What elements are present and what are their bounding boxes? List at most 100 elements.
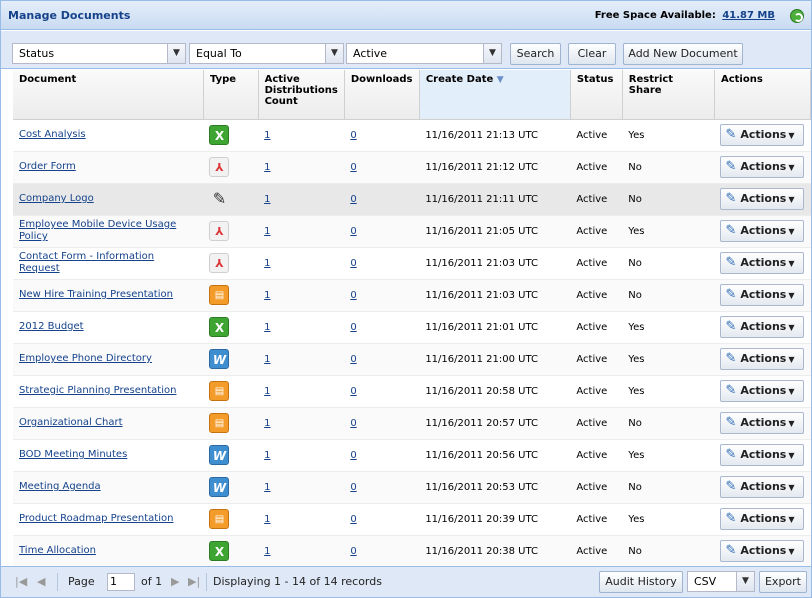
downloads-link[interactable]: 0 bbox=[350, 194, 356, 205]
downloads-link[interactable]: 0 bbox=[350, 386, 356, 397]
active-distributions-link[interactable]: 1 bbox=[264, 482, 270, 493]
free-space-value[interactable]: 41.87 MB bbox=[722, 10, 775, 21]
filter-operator-select[interactable]: Equal To ▼ bbox=[189, 43, 344, 64]
search-button[interactable]: Search bbox=[510, 43, 561, 65]
actions-button[interactable]: ✎ Actions ▼ bbox=[720, 284, 805, 306]
first-page-icon[interactable]: |◀ bbox=[15, 575, 27, 588]
next-page-icon[interactable]: ▶ bbox=[171, 575, 179, 588]
actions-button[interactable]: ✎ Actions ▼ bbox=[720, 252, 805, 274]
table-row[interactable]: Meeting Agenda W 1 0 11/16/2011 20:53 UTC Act… bbox=[13, 471, 811, 504]
document-link[interactable]: Time Allocation bbox=[19, 545, 96, 556]
actions-button[interactable]: ✎ Actions ▼ bbox=[720, 380, 805, 402]
chevron-down-icon[interactable]: ▼ bbox=[325, 44, 343, 63]
document-link[interactable]: Contact Form - Information Request bbox=[19, 251, 154, 274]
filter-value-select[interactable]: Active ▼ bbox=[346, 43, 502, 64]
prev-page-icon[interactable]: ◀ bbox=[37, 575, 45, 588]
actions-button[interactable]: ✎ Actions ▼ bbox=[720, 124, 805, 146]
document-link[interactable]: Company Logo bbox=[19, 193, 94, 204]
last-page-icon[interactable]: ▶| bbox=[188, 575, 200, 588]
actions-button[interactable]: ✎ Actions ▼ bbox=[720, 476, 805, 498]
add-new-document-button[interactable]: Add New Document bbox=[623, 43, 743, 65]
table-row[interactable]: Employee Phone Directory W 1 0 11/16/2011 21… bbox=[13, 343, 811, 376]
column-header-actions[interactable]: Actions bbox=[714, 70, 812, 120]
document-link[interactable]: Product Roadmap Presentation bbox=[19, 513, 173, 524]
chevron-down-icon[interactable]: ▼ bbox=[483, 44, 501, 63]
table-row[interactable]: Cost Analysis X 1 0 11/16/2011 21:13 UTC Acti… bbox=[13, 119, 811, 152]
document-link[interactable]: Organizational Chart bbox=[19, 417, 123, 428]
actions-button[interactable]: ✎ Actions ▼ bbox=[720, 188, 805, 210]
downloads-link[interactable]: 0 bbox=[350, 418, 356, 429]
table-row[interactable]: 2012 Budget X 1 0 11/16/2011 21:01 UTC Active… bbox=[13, 311, 811, 344]
column-header-type[interactable]: Type bbox=[203, 70, 259, 120]
filter-field-select[interactable]: Status ▼ bbox=[12, 43, 186, 64]
column-header-status[interactable]: Status bbox=[570, 70, 623, 120]
downloads-link[interactable]: 0 bbox=[350, 514, 356, 525]
actions-button[interactable]: ✎ Actions ▼ bbox=[720, 540, 805, 562]
active-distributions-link[interactable]: 1 bbox=[264, 322, 270, 333]
active-distributions-link[interactable]: 1 bbox=[264, 162, 270, 173]
downloads-link[interactable]: 0 bbox=[350, 322, 356, 333]
active-distributions-link[interactable]: 1 bbox=[264, 258, 270, 269]
document-link[interactable]: Meeting Agenda bbox=[19, 481, 101, 492]
column-header-downloads[interactable]: Downloads bbox=[344, 70, 420, 120]
clear-button[interactable]: Clear bbox=[568, 43, 616, 65]
page-number-input[interactable]: 1 bbox=[107, 573, 135, 591]
panel-title: Manage Documents bbox=[8, 9, 131, 22]
document-link[interactable]: New Hire Training Presentation bbox=[19, 289, 173, 300]
downloads-link[interactable]: 0 bbox=[350, 162, 356, 173]
table-row[interactable]: Organizational Chart ▤ 1 0 11/16/2011 20:57 … bbox=[13, 407, 811, 440]
audit-history-button[interactable]: Audit History bbox=[599, 571, 683, 593]
chevron-down-icon[interactable]: ▼ bbox=[167, 44, 185, 63]
column-header-active-distributions[interactable]: Active Distributions Count bbox=[258, 70, 345, 120]
table-row[interactable]: Product Roadmap Presentation ▤ 1 0 11/16/201… bbox=[13, 503, 811, 536]
table-row[interactable]: Employee Mobile Device Usage Policy ⅄ 1 0 11… bbox=[13, 215, 811, 248]
downloads-link[interactable]: 0 bbox=[350, 354, 356, 365]
document-link[interactable]: Employee Mobile Device Usage Policy bbox=[19, 219, 176, 242]
downloads-link[interactable]: 0 bbox=[350, 450, 356, 461]
downloads-link[interactable]: 0 bbox=[350, 130, 356, 141]
actions-button[interactable]: ✎ Actions ▼ bbox=[720, 348, 805, 370]
active-distributions-link[interactable]: 1 bbox=[264, 290, 270, 301]
downloads-link[interactable]: 0 bbox=[350, 546, 356, 557]
export-button[interactable]: Export bbox=[759, 571, 807, 593]
column-header-document[interactable]: Document bbox=[13, 70, 204, 120]
active-distributions-link[interactable]: 1 bbox=[264, 226, 270, 237]
table-row[interactable]: Company Logo ✎ 1 0 11/16/2011 21:11 UTC Activ… bbox=[13, 183, 811, 216]
active-distributions-link[interactable]: 1 bbox=[264, 130, 270, 141]
table-row[interactable]: BOD Meeting Minutes W 1 0 11/16/2011 20:56 U… bbox=[13, 439, 811, 472]
document-link[interactable]: Employee Phone Directory bbox=[19, 353, 152, 364]
actions-button[interactable]: ✎ Actions ▼ bbox=[720, 444, 805, 466]
document-link[interactable]: BOD Meeting Minutes bbox=[19, 449, 127, 460]
column-header-restrict-share[interactable]: Restrict Share bbox=[622, 70, 715, 120]
actions-button[interactable]: ✎ Actions ▼ bbox=[720, 156, 805, 178]
table-row[interactable]: Strategic Planning Presentation ▤ 1 0 11/16/… bbox=[13, 375, 811, 408]
downloads-link[interactable]: 0 bbox=[350, 226, 356, 237]
document-link[interactable]: 2012 Budget bbox=[19, 321, 84, 332]
active-distributions-link[interactable]: 1 bbox=[264, 546, 270, 557]
document-link[interactable]: Cost Analysis bbox=[19, 129, 86, 140]
actions-button[interactable]: ✎ Actions ▼ bbox=[720, 508, 805, 530]
actions-button-label: Actions bbox=[740, 224, 787, 237]
actions-button[interactable]: ✎ Actions ▼ bbox=[720, 412, 805, 434]
active-distributions-link[interactable]: 1 bbox=[264, 418, 270, 429]
document-link[interactable]: Order Form bbox=[19, 161, 76, 172]
export-format-select[interactable]: CSV ▼ bbox=[687, 571, 755, 592]
chevron-down-icon[interactable]: ▼ bbox=[736, 572, 754, 591]
document-link[interactable]: Strategic Planning Presentation bbox=[19, 385, 176, 396]
table-row[interactable]: Contact Form - Information Request ⅄ 1 0 11/… bbox=[13, 247, 811, 280]
actions-button[interactable]: ✎ Actions ▼ bbox=[720, 316, 805, 338]
active-distributions-link[interactable]: 1 bbox=[264, 514, 270, 525]
downloads-link[interactable]: 0 bbox=[350, 290, 356, 301]
active-distributions-link[interactable]: 1 bbox=[264, 386, 270, 397]
downloads-link[interactable]: 0 bbox=[350, 258, 356, 269]
table-row[interactable]: New Hire Training Presentation ▤ 1 0 11/16/2… bbox=[13, 279, 811, 312]
column-header-create-date[interactable]: Create Date ▼ bbox=[419, 70, 571, 120]
actions-button[interactable]: ✎ Actions ▼ bbox=[720, 220, 805, 242]
active-distributions-link[interactable]: 1 bbox=[264, 194, 270, 205]
table-row[interactable]: Time Allocation X 1 0 11/16/2011 20:38 UTC Ac… bbox=[13, 535, 811, 568]
active-distributions-link[interactable]: 1 bbox=[264, 354, 270, 365]
active-distributions-link[interactable]: 1 bbox=[264, 450, 270, 461]
refresh-icon[interactable] bbox=[790, 9, 804, 23]
table-row[interactable]: Order Form ⅄ 1 0 11/16/2011 21:12 UTC Active N… bbox=[13, 151, 811, 184]
downloads-link[interactable]: 0 bbox=[350, 482, 356, 493]
